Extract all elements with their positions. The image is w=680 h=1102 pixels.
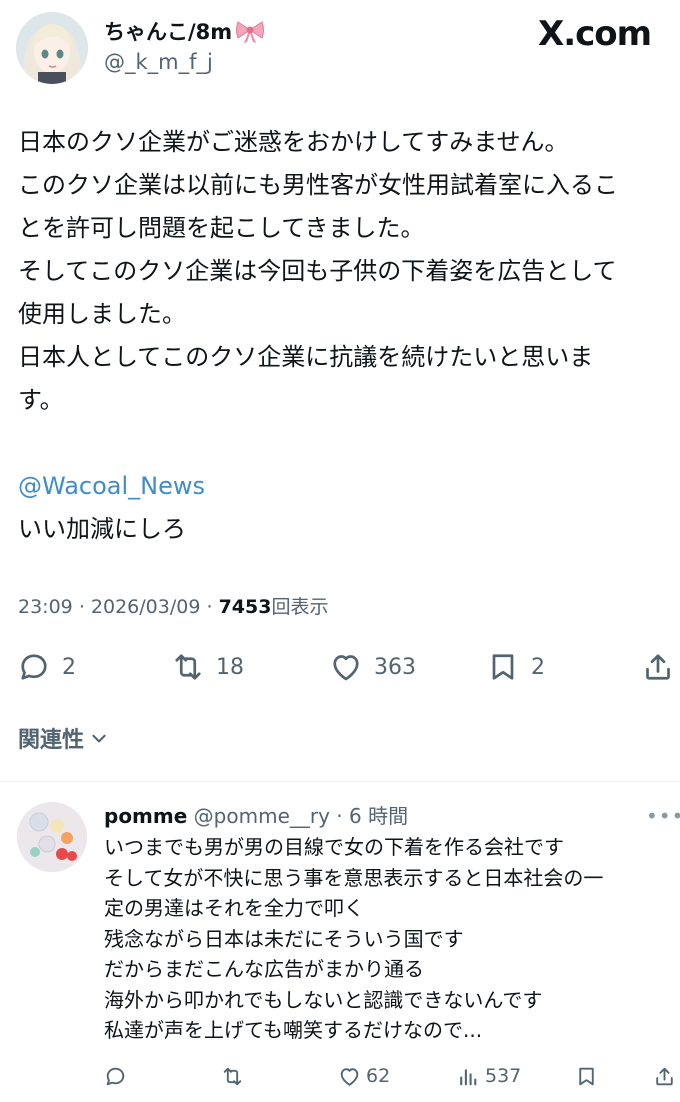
tweet-line: そしてこのクソ企業は今回も子供の下着姿を広告として	[18, 257, 617, 285]
reply-view-count: 537	[485, 1065, 522, 1087]
retweet-icon	[223, 1067, 242, 1085]
reply-line: そして女が不快に思う事を意思表示すると日本社会の一	[104, 865, 604, 890]
reply-count: 2	[62, 654, 76, 680]
bookmark-icon	[579, 1067, 594, 1085]
reply-line: 海外から叩かれでもしないと認識できないんです	[104, 987, 543, 1012]
heart-icon	[333, 655, 359, 681]
views-label: 回表示	[271, 596, 329, 618]
reply-retweet-button[interactable]	[220, 1060, 245, 1092]
share-icon	[646, 654, 670, 680]
reply-line: 私達が声を上げても嘲笑するだけなので...	[104, 1018, 483, 1042]
author-name-text: ちゃんこ/8m	[104, 20, 233, 44]
reply-button[interactable]: 2	[16, 642, 76, 692]
relevance-sort-dropdown[interactable]: 関連性	[18, 722, 108, 754]
tweet-line: いい加減にしろ	[18, 515, 186, 543]
anime-girl-avatar-icon	[16, 12, 88, 84]
tweet-time[interactable]: 23:09	[18, 596, 73, 618]
author-avatar[interactable]	[16, 12, 88, 84]
reply-line: 残念ながら日本は未だにそういう国です	[104, 926, 464, 951]
bar-chart-icon	[460, 1068, 477, 1085]
brand-logo: X.com	[538, 14, 652, 54]
reply-handle[interactable]: @pomme__ry	[194, 804, 330, 828]
reply-line: 定の男達はそれを全力で叩く	[104, 896, 364, 920]
reply-avatar[interactable]	[17, 802, 87, 872]
retweet-button[interactable]: 18	[170, 642, 244, 692]
mention-link[interactable]: @Wacoal_News	[18, 465, 668, 508]
share-icon	[656, 1067, 673, 1085]
tweet-actions: 2 18 363 2	[0, 642, 680, 692]
reply-time[interactable]: · 6 時間	[336, 804, 408, 828]
reply-header: pomme @pomme__ry · 6 時間	[104, 800, 408, 829]
bookmark-button[interactable]: 2	[485, 642, 545, 692]
author-display-name[interactable]: ちゃんこ/8m	[104, 16, 266, 46]
bookmark-icon	[492, 654, 514, 680]
tweet-date[interactable]: 2026/03/09	[91, 596, 201, 618]
tweet-line: す。	[18, 386, 64, 414]
reply-line: だからまだこんな広告がまかり通る	[104, 957, 424, 981]
reply-like-count: 62	[366, 1065, 391, 1087]
reply-tweet[interactable]: pomme @pomme__ry · 6 時間 ••• いつまでも男が男の目線で…	[0, 782, 680, 1102]
reply-body: いつまでも男が男の目線で女の下着を作る会社です そして女が不快に思う事を意思表示…	[104, 832, 674, 1046]
reply-reply-button[interactable]	[103, 1060, 128, 1092]
view-count: 7453	[218, 596, 272, 618]
more-options-icon[interactable]: •••	[646, 804, 680, 828]
reply-bookmark-button[interactable]	[574, 1060, 599, 1092]
retweet-count: 18	[216, 654, 244, 680]
bookmark-count: 2	[531, 654, 545, 680]
reply-share-button[interactable]	[652, 1060, 677, 1092]
reply-line: いつまでも男が男の目線で女の下着を作る会社です	[104, 835, 564, 859]
reply-actions: 62 537	[0, 1060, 680, 1092]
tweet-line: 日本人としてこのクソ企業に抗議を続けたいと思いま	[18, 343, 594, 371]
tweet-line: とを許可し問題を起こしてきました。	[18, 214, 425, 242]
reply-icon	[21, 654, 47, 680]
reply-like-button[interactable]: 62	[337, 1060, 390, 1092]
gummy-candy-avatar-icon	[17, 802, 87, 872]
reply-icon	[106, 1067, 125, 1085]
relevance-label: 関連性	[18, 728, 85, 753]
heart-icon	[340, 1067, 359, 1086]
ribbon-bow-icon	[234, 18, 266, 44]
tweet-header: ちゃんこ/8m @_k_m_f_j X.com	[0, 0, 680, 100]
tweet-body: 日本のクソ企業がご迷惑をおかけしてすみません。 このクソ企業は以前にも男性客が女…	[18, 121, 668, 551]
author-handle[interactable]: @_k_m_f_j	[104, 50, 213, 74]
tweet-meta: 23:09 · 2026/03/09 · 7453回表示	[18, 596, 329, 618]
like-button[interactable]: 363	[328, 642, 416, 692]
reply-display-name[interactable]: pomme	[104, 804, 187, 828]
like-count: 363	[374, 654, 416, 680]
chevron-down-icon	[92, 734, 106, 743]
tweet-line: 日本のクソ企業がご迷惑をおかけしてすみません。	[18, 128, 569, 156]
retweet-icon	[175, 654, 201, 680]
reply-views-button[interactable]: 537	[456, 1060, 521, 1092]
share-button[interactable]	[640, 642, 676, 692]
tweet-line: このクソ企業は以前にも男性客が女性用試着室に入るこ	[18, 171, 618, 199]
tweet-line: 使用しました。	[18, 300, 186, 328]
